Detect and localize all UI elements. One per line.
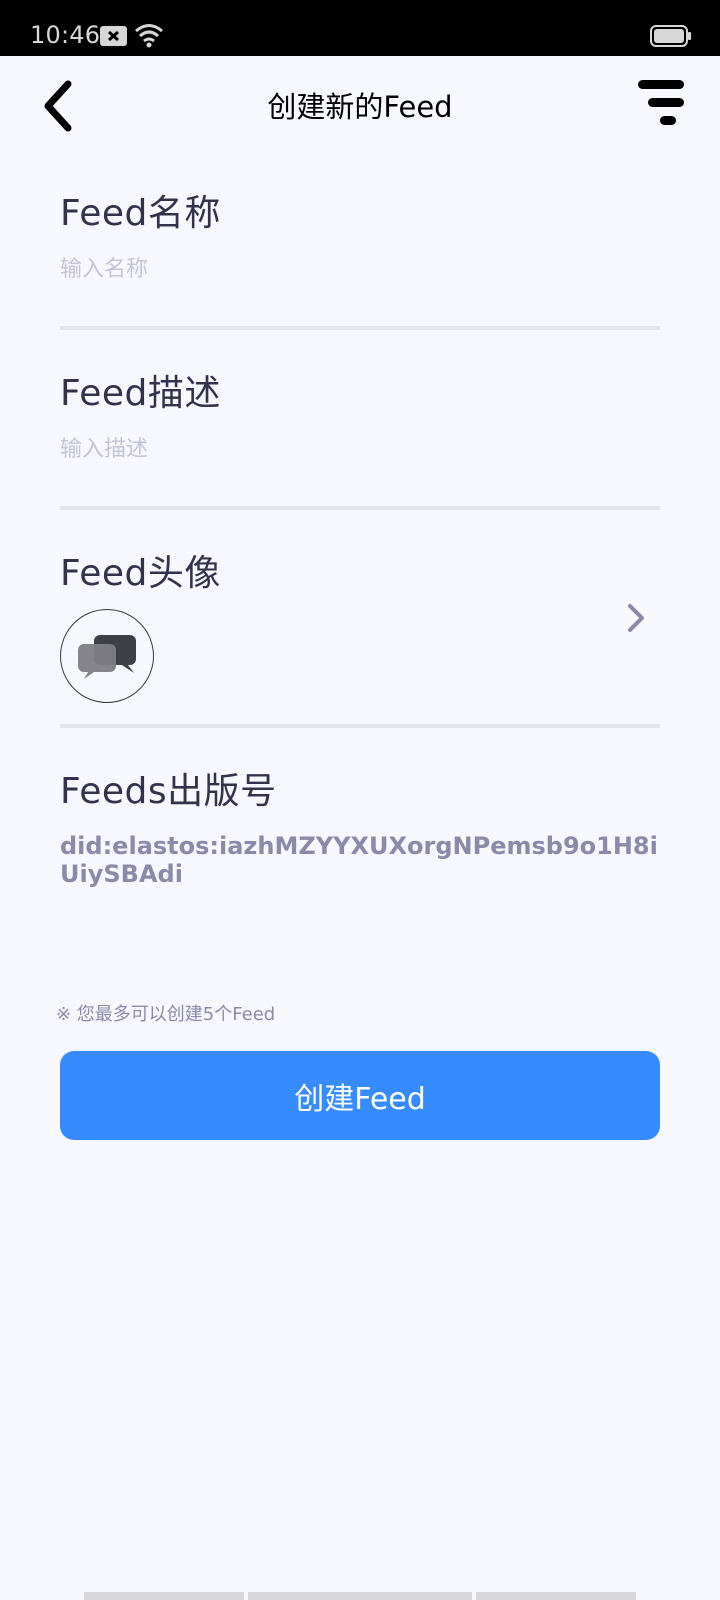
- feed-name-input[interactable]: [60, 255, 620, 285]
- feed-name-section: Feed名称: [60, 192, 660, 285]
- divider: [60, 506, 660, 510]
- chat-bubbles-icon: [78, 635, 136, 679]
- feed-description-label: Feed描述: [60, 373, 221, 414]
- create-feed-button[interactable]: 创建Feed: [60, 1051, 660, 1140]
- feed-publisher-label: Feeds出版号: [60, 771, 277, 812]
- wifi-icon: [134, 22, 164, 53]
- feed-avatar-chevron[interactable]: [622, 600, 650, 636]
- feed-avatar[interactable]: [60, 609, 154, 703]
- chevron-right-icon: [628, 604, 644, 632]
- menu-icon: [638, 80, 684, 125]
- home-indicator: [248, 1592, 472, 1600]
- status-bar: 10:46: [0, 0, 720, 56]
- feed-publisher-section: Feeds出版号: [60, 770, 660, 814]
- feed-avatar-section: Feed头像: [60, 552, 660, 596]
- header: 创建新的Feed: [0, 56, 720, 152]
- feed-description-section: Feed描述: [60, 372, 660, 465]
- status-time: 10:46: [30, 21, 101, 49]
- feed-avatar-label: Feed头像: [60, 553, 221, 594]
- divider: [60, 724, 660, 728]
- home-indicator: [476, 1592, 636, 1600]
- feed-name-label: Feed名称: [60, 193, 221, 234]
- home-indicator: [84, 1592, 244, 1600]
- publisher-did: did:elastos:iazhMZYYXUXorgNPemsb9o1H8iUi…: [60, 832, 658, 888]
- feed-description-input[interactable]: [60, 435, 620, 465]
- menu-button[interactable]: [630, 76, 686, 132]
- notification-icon: [100, 26, 128, 51]
- limit-note: ※ 您最多可以创建5个Feed: [56, 1004, 276, 1025]
- divider: [60, 326, 660, 330]
- battery-icon: [650, 25, 692, 52]
- page-title: 创建新的Feed: [267, 90, 453, 124]
